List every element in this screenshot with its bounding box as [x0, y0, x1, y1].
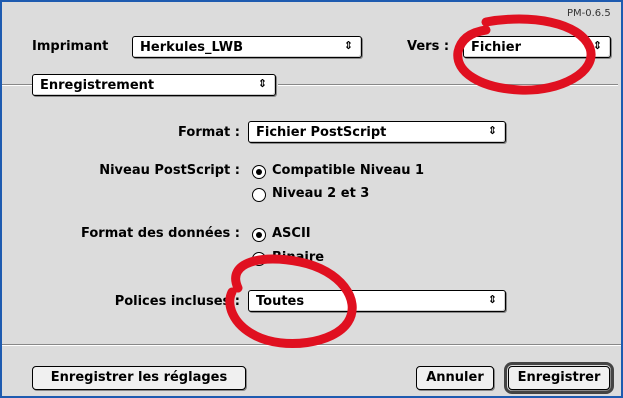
annotation-circle-destination	[453, 14, 596, 95]
annotation-circle-fonts	[225, 254, 357, 349]
annotation-overlay	[225, 14, 596, 349]
